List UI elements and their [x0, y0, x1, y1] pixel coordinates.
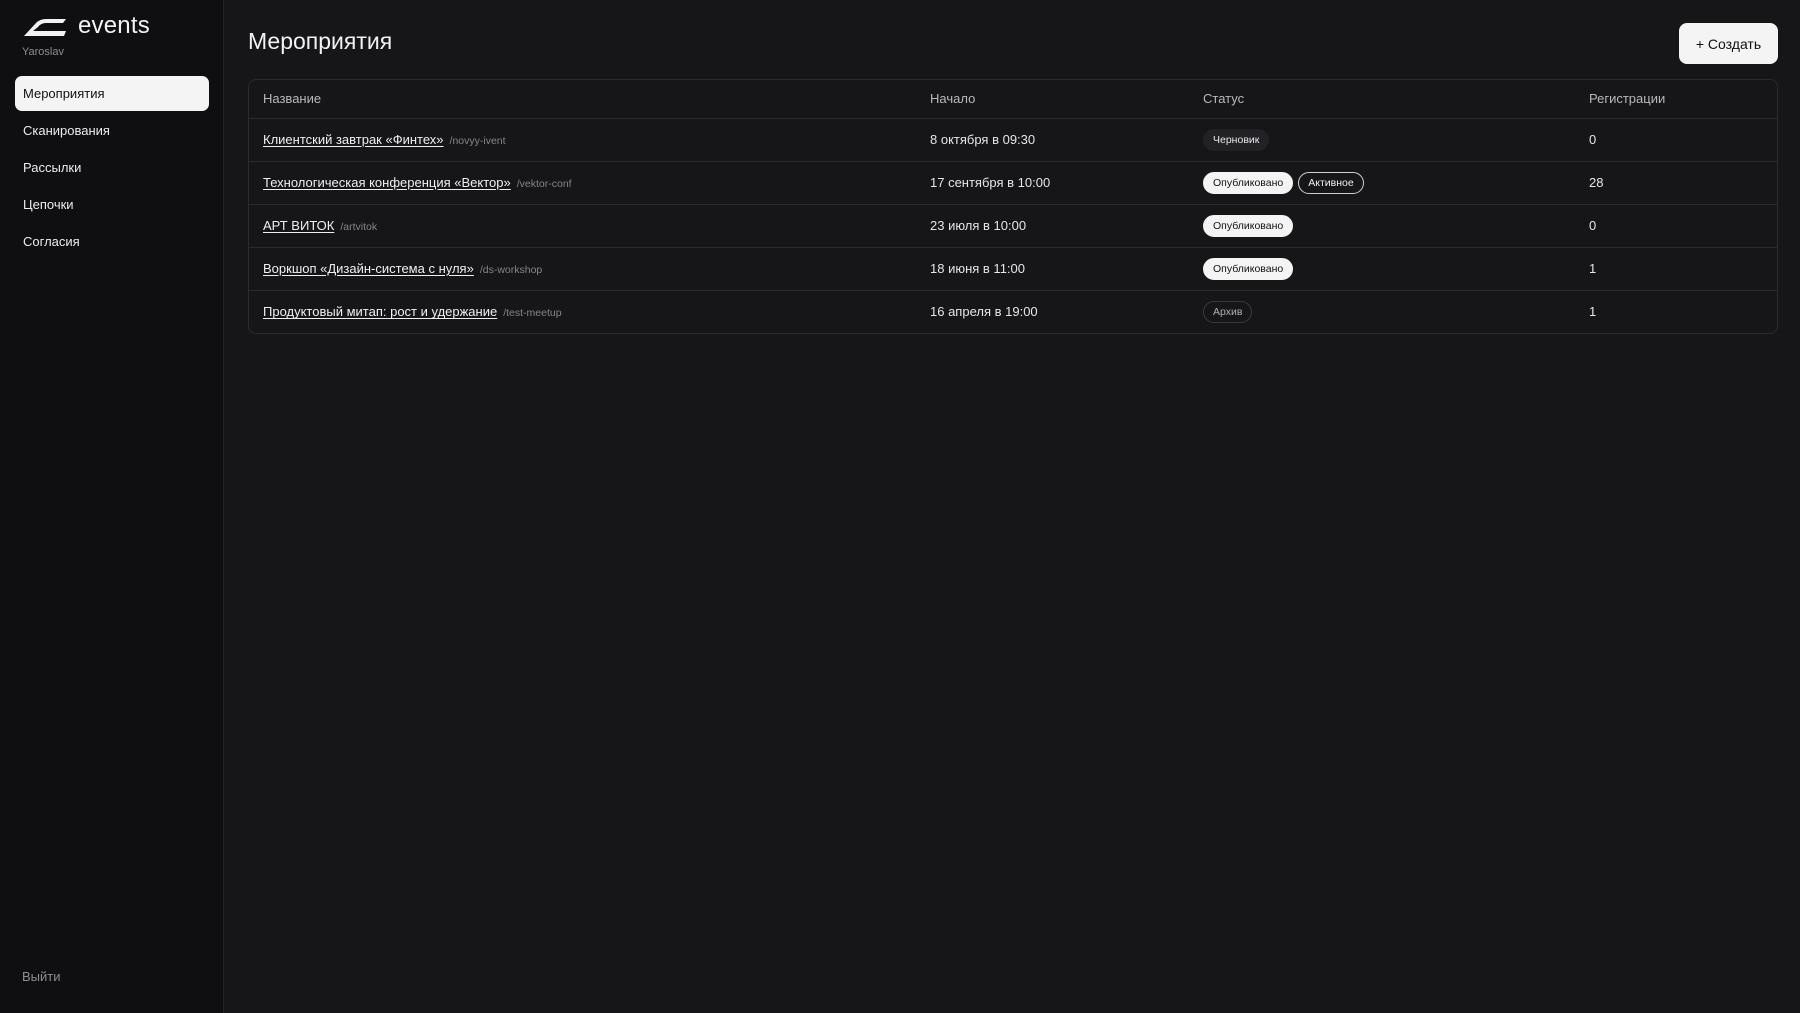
event-start: 18 июня в 11:00: [916, 247, 1189, 291]
column-header-start[interactable]: Начало: [916, 80, 1189, 119]
sidebar-item-events[interactable]: Мероприятия: [15, 76, 209, 111]
sidebar-nav: Мероприятия Сканирования Рассылки Цепочк…: [15, 76, 209, 259]
event-registrations: 1: [1575, 247, 1777, 291]
events-logo-icon: [24, 19, 66, 36]
active-badge: Активное: [1298, 171, 1364, 194]
app-root: events Yaroslav Мероприятия Сканирования…: [0, 0, 1800, 1013]
event-name-cell: Клиентский завтрак «Финтех» /novyy-ivent: [249, 118, 916, 162]
table-row[interactable]: АРТ ВИТОК/artvitok 23 июля в 10:00 Опубл…: [249, 204, 1777, 248]
logout-link[interactable]: Выйти: [22, 969, 61, 984]
event-registrations: 0: [1575, 204, 1777, 248]
event-status-cell: Опубликовано: [1189, 247, 1575, 291]
status-badge: Опубликовано: [1203, 257, 1294, 280]
event-slug: /vektor-conf: [516, 178, 572, 190]
event-registrations: 28: [1575, 161, 1777, 205]
event-name-cell: АРТ ВИТОК/artvitok: [249, 204, 916, 248]
sidebar-item-consents[interactable]: Согласия: [15, 224, 209, 259]
event-slug: /ds-workshop: [479, 264, 543, 276]
sidebar-item-scans[interactable]: Сканирования: [15, 113, 209, 148]
table-row[interactable]: Воркшоп «Дизайн-система с нуля» /ds-works…: [249, 247, 1777, 291]
main-content: Мероприятия + Создать Название Начало Ст…: [224, 0, 1800, 1013]
event-start: 23 июля в 10:00: [916, 204, 1189, 248]
event-status-cell: Опубликовано: [1189, 204, 1575, 248]
table-row[interactable]: Технологическая конференция «Вектор» /vek…: [249, 161, 1777, 205]
event-status-cell: Черновик: [1189, 118, 1575, 162]
sidebar: events Yaroslav Мероприятия Сканирования…: [0, 0, 224, 1013]
page-title: Мероприятия: [248, 28, 393, 54]
sidebar-item-mailings[interactable]: Рассылки: [15, 150, 209, 185]
event-start: 17 сентября в 10:00: [916, 161, 1189, 205]
column-header-status[interactable]: Статус: [1189, 80, 1575, 119]
column-header-registrations[interactable]: Регистрации: [1575, 80, 1777, 119]
event-name-cell: Воркшоп «Дизайн-система с нуля» /ds-works…: [249, 247, 916, 291]
table-row[interactable]: Продуктовый митап: рост и удержание/test…: [249, 290, 1777, 333]
sidebar-item-chains[interactable]: Цепочки: [15, 187, 209, 222]
event-name-cell: Технологическая конференция «Вектор» /vek…: [249, 161, 916, 205]
event-link[interactable]: Клиентский завтрак «Финтех»: [263, 132, 444, 147]
brand-name: events: [78, 12, 150, 39]
status-badge: Архив: [1203, 300, 1253, 323]
create-button[interactable]: + Создать: [1679, 23, 1778, 64]
status-badge: Черновик: [1203, 128, 1270, 151]
event-link[interactable]: Воркшоп «Дизайн-система с нуля»: [263, 261, 474, 276]
status-badge: Опубликовано: [1203, 171, 1294, 194]
event-start: 8 октября в 09:30: [916, 118, 1189, 162]
event-slug: /novyy-ivent: [449, 135, 506, 147]
user-name: Yaroslav: [22, 46, 64, 58]
event-slug: /artvitok: [340, 221, 378, 233]
event-link[interactable]: Продуктовый митап: рост и удержание: [263, 304, 497, 319]
event-slug: /test-meetup: [503, 307, 562, 320]
events-table: Название Начало Статус Регистрации Клиен…: [248, 79, 1778, 334]
brand[interactable]: events: [22, 13, 150, 39]
event-link[interactable]: АРТ ВИТОК: [263, 218, 334, 233]
table-header-row: Название Начало Статус Регистрации: [249, 80, 1777, 119]
event-status-cell: Опубликовано Активное: [1189, 161, 1575, 205]
event-registrations: 1: [1589, 304, 1597, 320]
table-row[interactable]: Клиентский завтрак «Финтех»/novyy-ivent …: [249, 118, 1777, 162]
column-header-name[interactable]: Название: [249, 80, 916, 119]
event-start: 16 апреля в 19:00: [930, 304, 1038, 320]
event-link[interactable]: Технологическая конференция «Вектор»: [263, 175, 511, 190]
event-registrations: 0: [1575, 118, 1777, 162]
status-badge: Опубликовано: [1203, 214, 1294, 237]
event-status-cell: Архив: [1189, 290, 1575, 333]
event-name-cell: Продуктовый митап: рост и удержание/test…: [249, 290, 916, 333]
